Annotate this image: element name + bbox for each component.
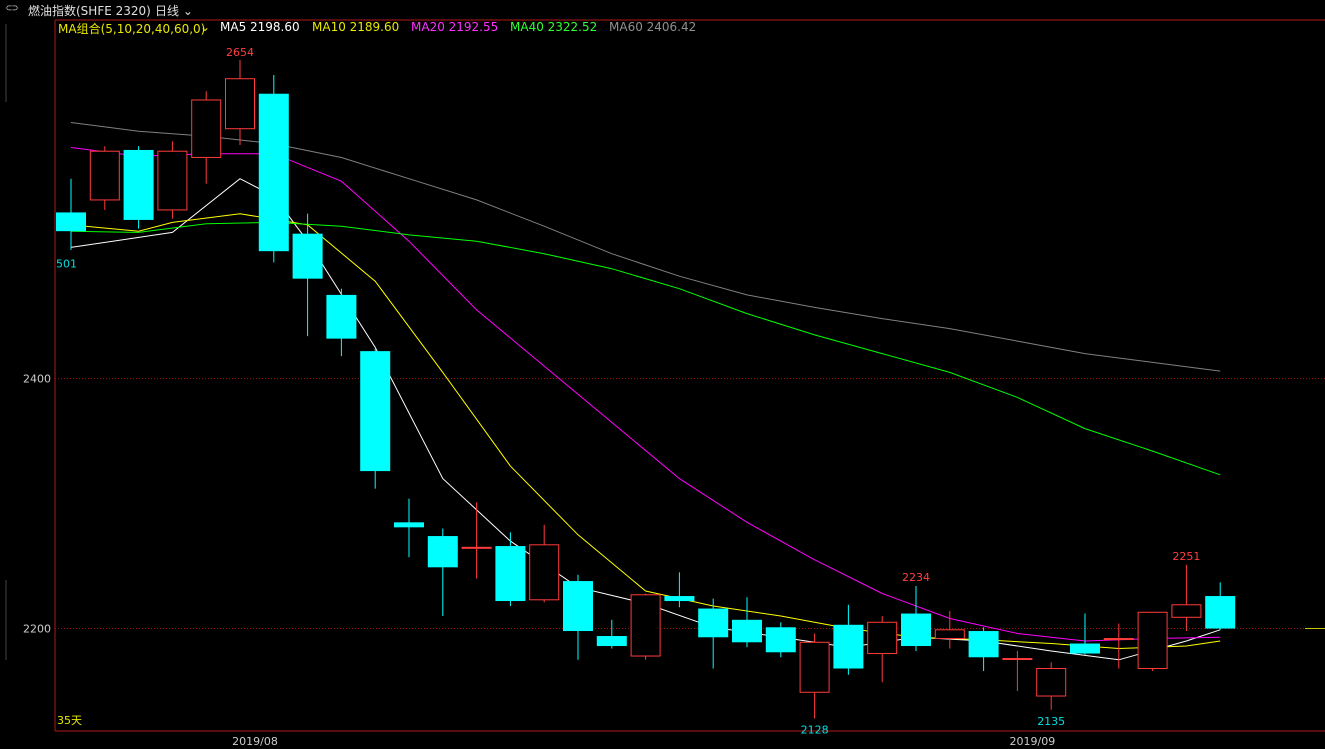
ma-line-ma5 bbox=[70, 178, 1221, 661]
candle bbox=[292, 213, 323, 337]
candle bbox=[867, 616, 898, 683]
candle-body-up bbox=[867, 621, 898, 655]
candle-body-up bbox=[191, 99, 222, 158]
candle bbox=[563, 574, 593, 660]
candle-body-down bbox=[732, 619, 762, 643]
candlestick-chart[interactable]: 2400 2200 2019/08 2019/09 35天 2654 501 2234 21… bbox=[0, 0, 1325, 749]
candles bbox=[56, 59, 1236, 719]
x-tick-label: 2019/09 bbox=[1010, 735, 1056, 748]
candle bbox=[1137, 611, 1168, 672]
candle bbox=[968, 627, 999, 672]
candle-body-up bbox=[1002, 658, 1033, 661]
candle-body-up bbox=[89, 150, 120, 201]
y-tick-label: 2400 bbox=[23, 373, 51, 386]
candle-body-up bbox=[225, 78, 255, 130]
candle bbox=[56, 178, 86, 250]
candle-body-down bbox=[56, 212, 86, 232]
candle-body-down bbox=[698, 608, 729, 638]
candle bbox=[529, 524, 560, 603]
candle-body-down bbox=[1070, 643, 1100, 654]
candle bbox=[698, 598, 729, 669]
candle bbox=[495, 532, 526, 607]
candle bbox=[225, 59, 255, 145]
annotations: 2654 501 2234 2128 2135 2251 bbox=[56, 46, 1200, 736]
candle-body-up bbox=[799, 641, 830, 693]
candle-body-down bbox=[394, 522, 424, 528]
candle bbox=[799, 633, 830, 719]
candle bbox=[191, 91, 222, 184]
candle-body-up bbox=[934, 629, 965, 640]
bottom-days-label: 35天 bbox=[57, 714, 82, 727]
candle bbox=[1103, 623, 1134, 669]
candle bbox=[1070, 613, 1100, 655]
price-annotation: 2251 bbox=[1172, 550, 1200, 563]
ma-line-ma60 bbox=[70, 122, 1221, 372]
candle-body-down bbox=[765, 627, 796, 653]
price-annotation: 501 bbox=[56, 257, 77, 270]
candle-body-up bbox=[630, 594, 661, 657]
candle-body-down bbox=[360, 351, 391, 472]
x-tick-label: 2019/08 bbox=[232, 735, 278, 748]
grid-lines bbox=[55, 378, 1325, 630]
candle-body-down bbox=[495, 546, 526, 602]
candle bbox=[461, 502, 492, 579]
candle bbox=[427, 528, 458, 617]
candle bbox=[1036, 662, 1067, 710]
ma-line-ma40 bbox=[70, 221, 1221, 476]
ma-line-ma20 bbox=[70, 147, 1221, 642]
candle bbox=[360, 348, 391, 489]
candle-body-up bbox=[1036, 668, 1067, 697]
candle-body-down bbox=[292, 233, 323, 279]
candle bbox=[934, 611, 965, 649]
candle bbox=[596, 619, 627, 649]
candle bbox=[394, 498, 424, 558]
candle-body-down bbox=[833, 624, 864, 669]
candle bbox=[1205, 582, 1236, 630]
y-axis: 2400 2200 bbox=[23, 373, 51, 636]
candle-body-down bbox=[563, 581, 593, 632]
candle bbox=[833, 604, 864, 675]
candle bbox=[157, 141, 188, 219]
y-tick-label: 2200 bbox=[23, 623, 51, 636]
candle-body-down bbox=[258, 93, 289, 252]
candle-body-up bbox=[157, 150, 188, 211]
candle bbox=[732, 597, 762, 648]
candle bbox=[664, 572, 695, 608]
candle-body-up bbox=[1171, 604, 1202, 618]
candle-body-up bbox=[1137, 611, 1168, 670]
candle-body-down bbox=[596, 636, 627, 647]
candle-body-down bbox=[1205, 596, 1236, 629]
candle-body-up bbox=[1103, 638, 1134, 641]
candle-body-down bbox=[901, 613, 931, 647]
moving-averages bbox=[70, 122, 1221, 661]
candle-body-down bbox=[968, 631, 999, 658]
candle-body-up bbox=[529, 544, 560, 601]
candle-body-up bbox=[461, 546, 492, 549]
candle bbox=[1171, 564, 1202, 632]
candle bbox=[630, 593, 661, 660]
candle-body-down bbox=[664, 596, 695, 602]
price-annotation: 2135 bbox=[1037, 715, 1065, 728]
candle-body-down bbox=[427, 536, 458, 568]
candle bbox=[1002, 651, 1033, 692]
candle bbox=[326, 288, 357, 357]
candle bbox=[901, 586, 931, 652]
candle bbox=[258, 74, 289, 263]
price-annotation: 2654 bbox=[226, 46, 254, 59]
candle bbox=[123, 146, 154, 229]
price-annotation: 2128 bbox=[801, 724, 829, 737]
price-annotation: 2234 bbox=[902, 571, 930, 584]
candle-body-down bbox=[326, 294, 357, 339]
candle bbox=[765, 622, 796, 658]
candle-body-down bbox=[123, 149, 154, 220]
candle bbox=[89, 146, 120, 210]
